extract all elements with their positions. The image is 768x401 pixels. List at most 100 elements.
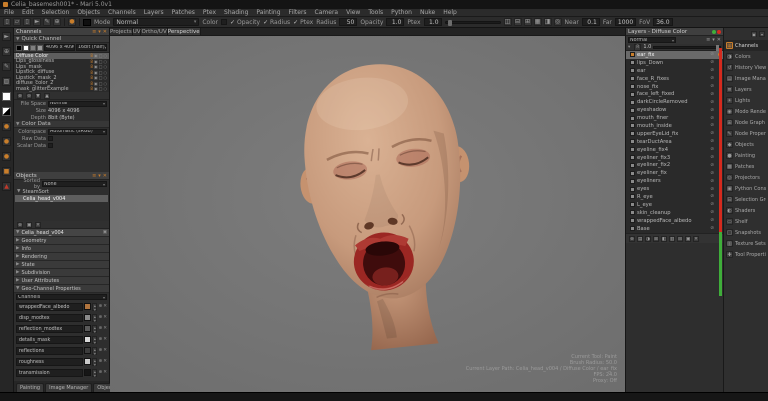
clear-icon[interactable]: ✕	[103, 326, 107, 331]
close-icon[interactable]: ✕	[103, 173, 107, 179]
palette-tab[interactable]: ◉ Modo Render	[724, 106, 768, 117]
visibility-icon[interactable]: ⊘	[710, 100, 714, 105]
menu-item[interactable]: Python	[387, 9, 416, 17]
brush-preset-icon[interactable]: ●	[2, 152, 11, 161]
layer-row[interactable]: ear_fix ⊘	[626, 51, 723, 59]
geo-channel-name-field[interactable]: reflection_modtex	[16, 324, 84, 333]
menu-item[interactable]: File	[0, 9, 18, 17]
close-icon[interactable]: ✕	[717, 37, 721, 43]
viewport-tab[interactable]: Perspective	[167, 28, 201, 35]
add-channel-icon[interactable]: ⊕	[17, 92, 23, 99]
geo-channel-thumbnail[interactable]	[84, 347, 92, 354]
pin-icon[interactable]: ▾	[98, 29, 101, 35]
geo-channel-thumbnail[interactable]	[84, 369, 92, 376]
panel-tab[interactable]: Painting	[16, 383, 45, 392]
cache-icon[interactable]: ▣	[94, 86, 98, 91]
link-icon[interactable]: ⊕	[98, 315, 102, 320]
dock-icon[interactable]: ▣	[751, 31, 757, 37]
geo-channel-name-field[interactable]: reflections	[16, 346, 84, 355]
open-project-icon[interactable]: ▱	[13, 18, 21, 26]
menu-item[interactable]: Painting	[252, 9, 284, 17]
visibility-icon[interactable]: ⊘	[710, 139, 714, 144]
geo-channel-thumbnail[interactable]	[84, 358, 92, 365]
geo-channel-thumbnail[interactable]	[84, 336, 92, 343]
object-properties-header[interactable]: ▼ Celia_head_v004 ▣	[14, 229, 109, 237]
shadow-icon[interactable]: ◨	[543, 18, 552, 26]
merge-layers-icon[interactable]: ⊟	[677, 235, 683, 242]
pin-icon[interactable]: ▾	[712, 37, 715, 43]
palette-tab[interactable]: ▤ Image Manager	[724, 73, 768, 84]
palette-tab[interactable]: ⊟ Selection Groups	[724, 194, 768, 205]
layer-row[interactable]: ear ⊘	[626, 67, 723, 75]
geo-channel-name-field[interactable]: transmission	[16, 368, 84, 377]
clear-icon[interactable]: ✕	[103, 359, 107, 364]
add-adjustment-icon[interactable]: ◑	[645, 235, 651, 242]
gear-icon[interactable]: ≡	[706, 37, 710, 43]
geo-channel-thumbnail[interactable]	[84, 314, 92, 321]
transform-tool-icon[interactable]: ⊕	[2, 47, 11, 56]
menu-item[interactable]: Layers	[140, 9, 168, 17]
clear-icon[interactable]: ✕	[103, 304, 107, 309]
radius-input[interactable]: 50	[339, 18, 358, 26]
property-section-row[interactable]: ▶ Info	[14, 245, 109, 253]
object-tree-root[interactable]: ▼ SteamSort	[14, 188, 109, 195]
layer-row[interactable]: Base ⊘	[626, 225, 723, 233]
foreground-color-swatch[interactable]	[2, 92, 11, 101]
color-swatch[interactable]	[30, 44, 36, 51]
stepper-control[interactable]: ▴ ▾	[92, 368, 98, 378]
visibility-icon[interactable]: ⊘	[710, 179, 714, 184]
cache-icon[interactable]: ▣	[94, 70, 98, 75]
brush-tip-icon[interactable]: ●	[68, 18, 76, 26]
layer-row[interactable]: upperEyeLid_fix ⊘	[626, 130, 723, 138]
color-swatch[interactable]	[23, 44, 29, 51]
visibility-icon[interactable]: ⊘	[710, 52, 714, 57]
palette-tab[interactable]: ▩ Patches	[724, 161, 768, 172]
palette-tab[interactable]: ▣ Python Console	[724, 183, 768, 194]
visibility-icon[interactable]: ⊘	[710, 163, 714, 168]
snapshot-icon[interactable]: □	[99, 59, 103, 64]
wireframe-icon[interactable]: ▦	[533, 18, 542, 26]
visibility-icon[interactable]: ⊘	[710, 210, 714, 215]
ptex-toggle[interactable]: ✓ Ptex	[293, 19, 313, 26]
brush-preset-icon[interactable]: ●	[2, 137, 11, 146]
color-swatch[interactable]	[16, 44, 22, 51]
select-icon[interactable]: ►	[33, 18, 41, 26]
ptex-input[interactable]: 1.0	[423, 18, 442, 26]
link-icon[interactable]: ⊕	[98, 370, 102, 375]
menu-item[interactable]: Nuke	[416, 9, 439, 17]
menu-item[interactable]: Objects	[73, 9, 104, 17]
color-data-section[interactable]: ▼ Color Data	[14, 121, 109, 128]
resolution-dropdown[interactable]: 4096 x 4096▾	[44, 44, 75, 51]
near-input[interactable]: 0.1	[581, 18, 600, 26]
lock-icon[interactable]: ▣	[103, 230, 107, 235]
menu-item[interactable]: Selection	[38, 9, 74, 17]
pin-icon[interactable]: ▾	[98, 173, 101, 179]
palette-tab[interactable]: ≣ Layers	[724, 84, 768, 95]
visibility-icon[interactable]: ⊘	[710, 194, 714, 199]
channel-row[interactable]: mask_glitterExample 8 ▣ □ ○	[14, 86, 109, 92]
property-section-row[interactable]: ▶ Geometry	[14, 237, 109, 245]
geo-channel-section-header[interactable]: ▼ Geo-Channel Properties	[14, 285, 109, 293]
visibility-icon[interactable]: ⊘	[710, 218, 714, 223]
menu-item[interactable]: Channels	[104, 9, 140, 17]
menu-item[interactable]: Filters	[285, 9, 311, 17]
gear-icon[interactable]: ≡	[92, 29, 96, 35]
new-project-icon[interactable]: ▯	[3, 18, 11, 26]
layer-opacity-slider[interactable]	[653, 44, 721, 51]
visibility-icon[interactable]: ⊘	[710, 92, 714, 97]
palette-tab[interactable]: ◐ Shaders	[724, 205, 768, 216]
colorspace-dropdown[interactable]: Automatic (sRGB) ▾	[48, 128, 107, 135]
add-object-icon[interactable]: ⊕	[17, 221, 23, 228]
visibility-icon[interactable]: ⊘	[710, 108, 714, 113]
link-icon[interactable]: ⊕	[98, 304, 102, 309]
stepper-control[interactable]: ▴ ▾	[92, 324, 98, 334]
cache-icon[interactable]: ▣	[94, 75, 98, 80]
viewport-tab[interactable]: Projects	[110, 28, 133, 35]
layer-row[interactable]: eyes ⊘	[626, 185, 723, 193]
brush-slider[interactable]	[444, 19, 501, 26]
palette-tab[interactable]: ☀ Lights	[724, 95, 768, 106]
layer-row[interactable]: L_eye ⊘	[626, 201, 723, 209]
palette-tab[interactable]: ▥ Texture Sets	[724, 238, 768, 249]
paint-icon[interactable]: ✎	[43, 18, 51, 26]
geo-channels-dropdown[interactable]: Channels ▾	[16, 294, 107, 300]
